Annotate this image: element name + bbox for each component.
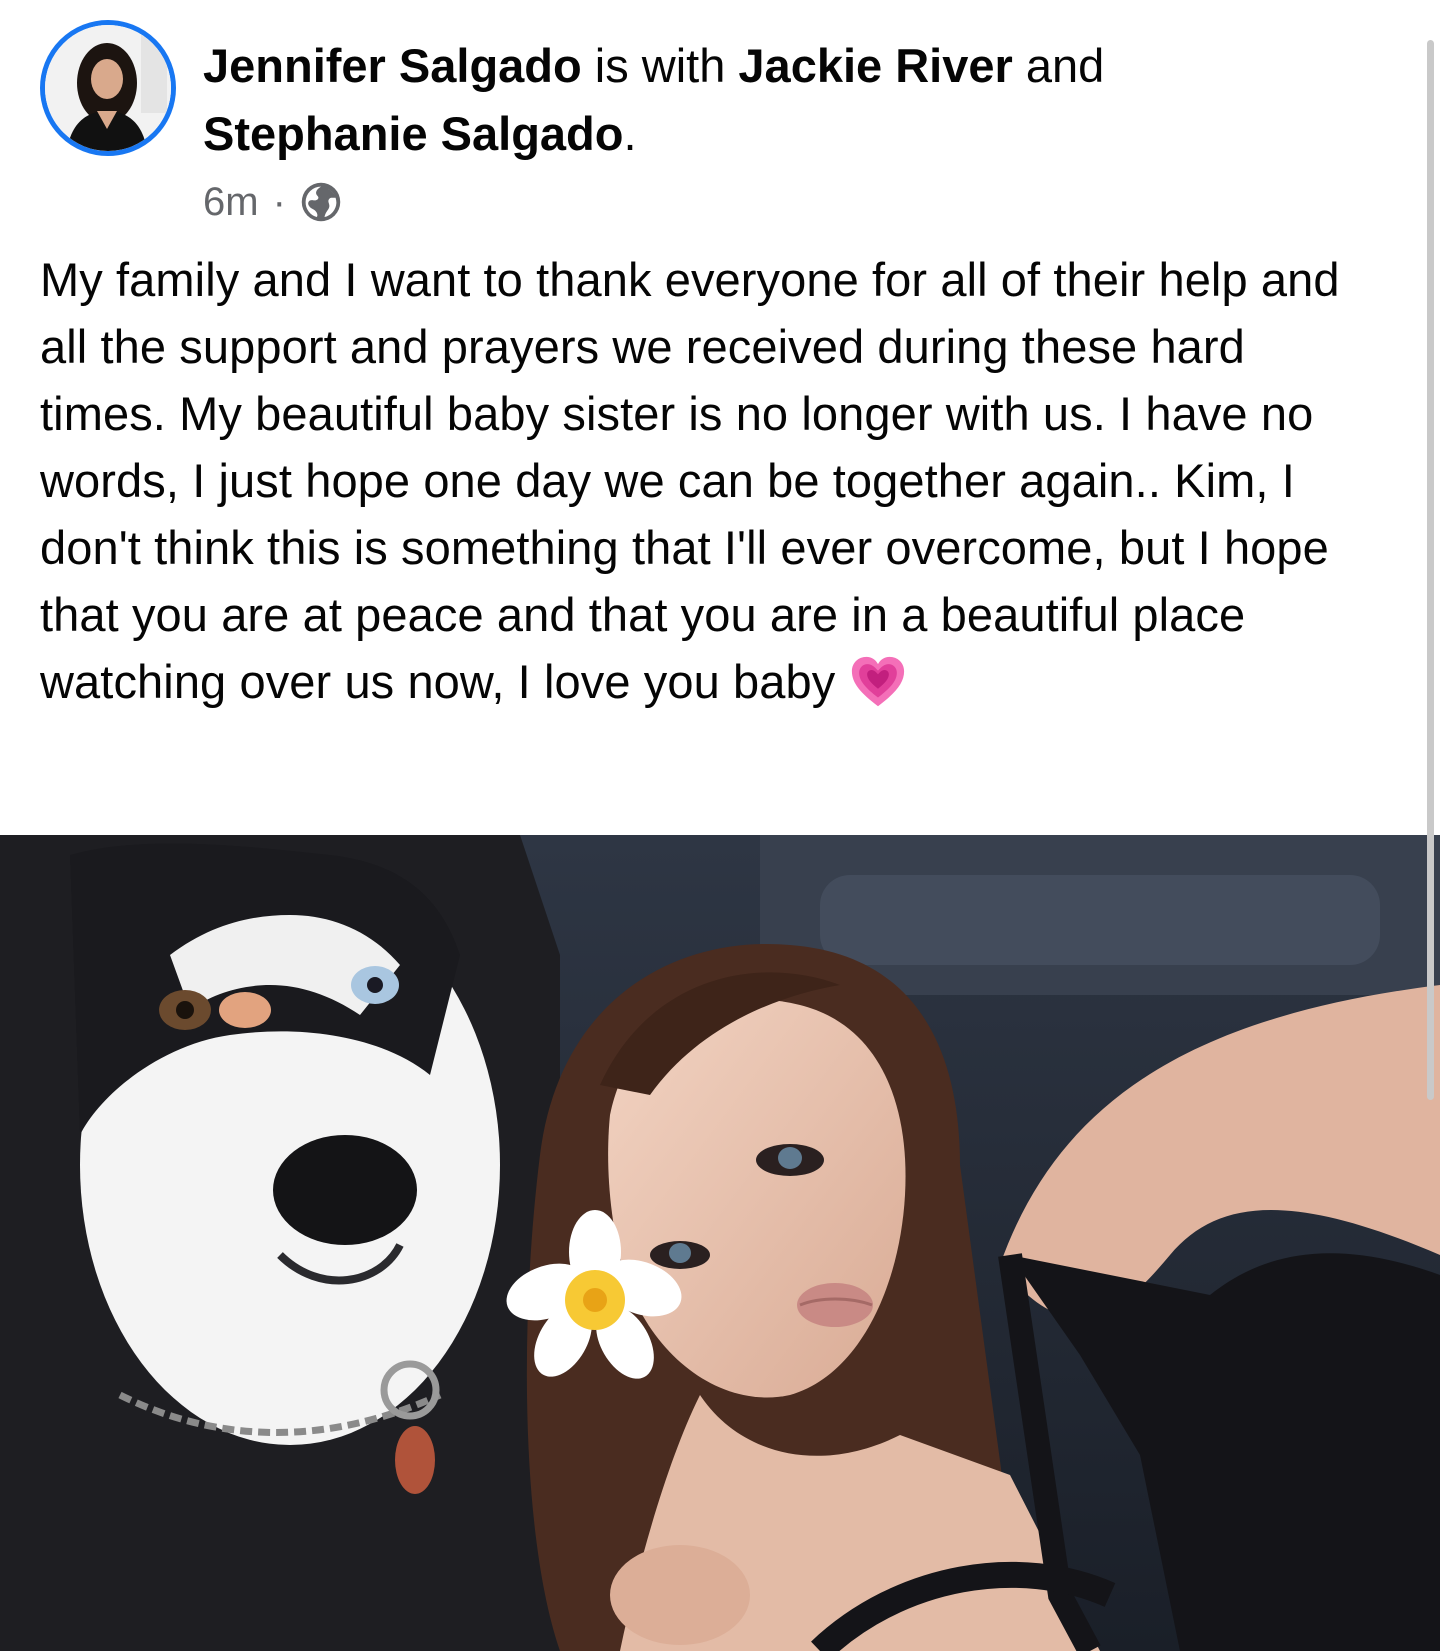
post-headline: Jennifer Salgado is with Jackie River an…: [203, 32, 1323, 168]
post-body: My family and I want to thank everyone f…: [40, 246, 1380, 715]
period-text: .: [623, 107, 637, 160]
post-header: Jennifer Salgado is with Jackie River an…: [40, 20, 1380, 224]
and-text: and: [1012, 39, 1105, 92]
tagged-person-link-1[interactable]: Jackie River: [738, 39, 1012, 92]
facebook-post: Jennifer Salgado is with Jackie River an…: [0, 0, 1440, 1651]
post-meta: 6m ·: [203, 174, 1323, 230]
growing-heart-icon: [849, 654, 907, 712]
with-text: is with: [581, 39, 739, 92]
post-timestamp[interactable]: 6m: [203, 174, 259, 230]
scrollbar[interactable]: [1427, 40, 1434, 1100]
avatar-photo: [45, 25, 171, 151]
post-header-text: Jennifer Salgado is with Jackie River an…: [203, 32, 1323, 230]
author-name-link[interactable]: Jennifer Salgado: [203, 39, 582, 92]
author-avatar[interactable]: [40, 20, 176, 156]
meta-separator: ·: [272, 180, 286, 224]
tagged-person-link-2[interactable]: Stephanie Salgado: [203, 107, 623, 160]
post-photo[interactable]: [0, 835, 1440, 1651]
globe-icon[interactable]: [300, 181, 342, 223]
post-body-text: My family and I want to thank everyone f…: [40, 253, 1340, 708]
